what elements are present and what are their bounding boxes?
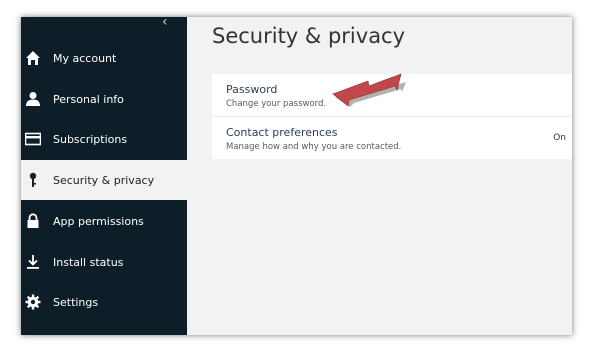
annotation-arrow-icon (332, 73, 406, 107)
app-window: ‹ My account Personal info Subscriptions… (21, 17, 572, 335)
